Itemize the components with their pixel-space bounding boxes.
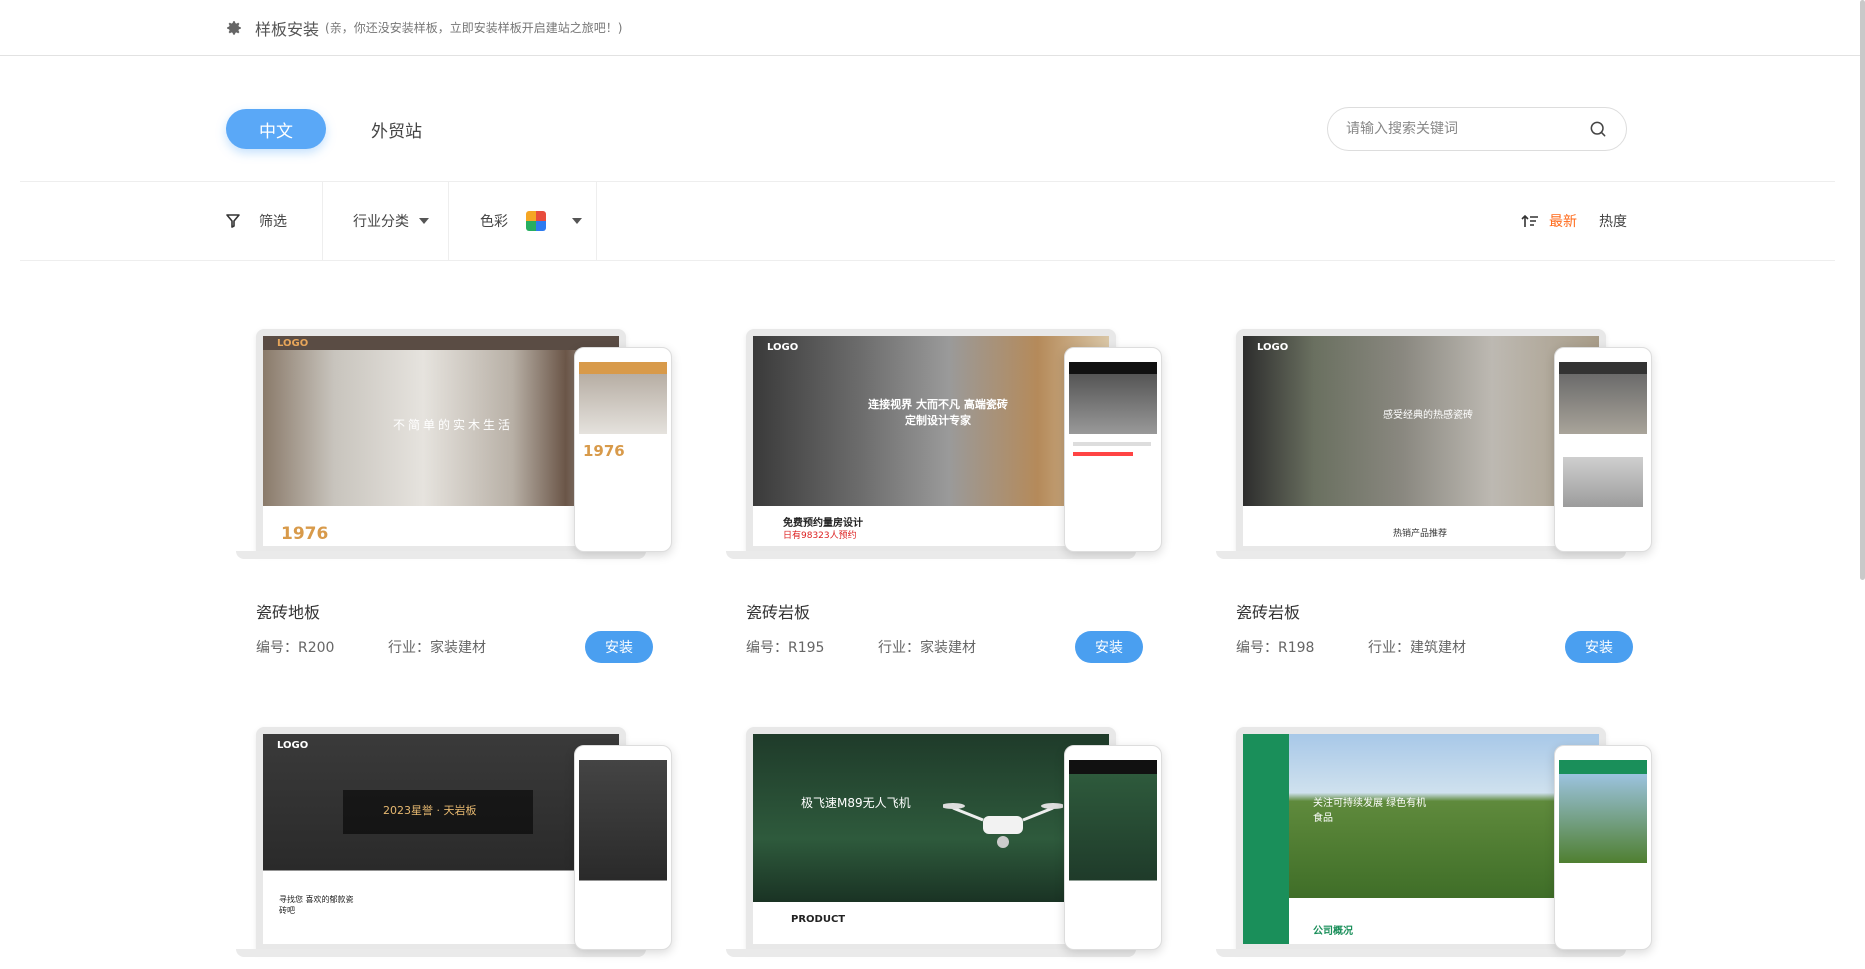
install-button[interactable]: 安装: [1565, 631, 1633, 663]
template-preview[interactable]: LOGO 感受经典的热感瓷砖 热销产品推荐: [1216, 329, 1652, 559]
filter-toggle[interactable]: 筛选: [225, 182, 287, 260]
industry-label: 行业分类: [353, 214, 409, 230]
template-preview[interactable]: LOGO 2023星誉 · 天岩板 寻找您 喜欢的郁款瓷砖吧: [236, 727, 672, 957]
tab-chinese[interactable]: 中文: [226, 109, 326, 149]
preview-hero-text: 感受经典的热感瓷砖: [1383, 410, 1473, 421]
template-card[interactable]: 关注可持续发展 绿色有机食品 公司概况: [1216, 727, 1666, 957]
template-preview[interactable]: LOGO 不简单的实木生活 1976 1976: [236, 329, 672, 559]
laptop-base: [236, 949, 646, 957]
template-industry: 行业：家装建材: [388, 640, 486, 656]
preview-hero-text: 关注可持续发展 绿色有机食品: [1313, 798, 1427, 824]
preview-stat: 寻找您 喜欢的郁款瓷砖吧: [279, 895, 354, 915]
preview-hero-text: 极飞速M89无人飞机: [801, 796, 911, 810]
laptop-base: [1216, 949, 1626, 957]
color-palette-icon: [526, 211, 546, 231]
phone-preview: [1554, 745, 1652, 950]
sort-controls: 最新 热度: [1521, 182, 1627, 260]
preview-stat: PRODUCT: [791, 914, 846, 925]
install-button[interactable]: 安装: [585, 631, 653, 663]
preview-hero-text: 不简单的实木生活: [393, 418, 514, 432]
preview-stat: 公司概况: [1313, 926, 1353, 937]
template-preview[interactable]: 极飞速M89无人飞机 PRODUCT: [726, 727, 1162, 957]
phone-preview: [1064, 745, 1162, 950]
template-preview[interactable]: 关注可持续发展 绿色有机食品 公司概况: [1216, 727, 1652, 957]
template-meta: 编号：R200 行业：家装建材 安装: [256, 631, 686, 663]
preview-stat: 1976: [281, 524, 329, 544]
preview-stat: 免费预约量房设计: [783, 518, 863, 529]
laptop-preview: 关注可持续发展 绿色有机食品 公司概况: [1236, 727, 1606, 952]
laptop-preview: LOGO 感受经典的热感瓷砖 热销产品推荐: [1236, 329, 1606, 554]
page-scrollbar[interactable]: [1860, 0, 1865, 580]
laptop-preview: LOGO 连接视界 大而不凡 高端瓷砖定制设计专家 免费预约量房设计 日有983…: [746, 329, 1116, 554]
site-type-tabs: 中文 外贸站: [226, 109, 422, 149]
template-preview[interactable]: LOGO 连接视界 大而不凡 高端瓷砖定制设计专家 免费预约量房设计 日有983…: [726, 329, 1162, 559]
divider: [322, 182, 323, 260]
template-industry: 行业：家装建材: [878, 640, 976, 656]
gear-icon: [227, 20, 241, 35]
sort-icon: [1521, 214, 1538, 227]
template-code: 编号：R198: [1236, 640, 1315, 656]
phone-preview: [1554, 347, 1652, 552]
template-card[interactable]: LOGO 不简单的实木生活 1976 1976 瓷砖地板 编号：R200 行业：…: [236, 329, 686, 663]
laptop-preview: 极飞速M89无人飞机 PRODUCT: [746, 727, 1116, 952]
preview-logo: LOGO: [1257, 342, 1289, 353]
search-icon[interactable]: [1588, 119, 1608, 139]
page-title: 样板安装: [255, 19, 320, 39]
laptop-base: [726, 949, 1136, 957]
laptop-base: [236, 551, 646, 559]
laptop-preview: LOGO 不简单的实木生活 1976: [256, 329, 626, 554]
template-meta: 编号：R195 行业：家装建材 安装: [746, 631, 1176, 663]
template-name: 瓷砖岩板: [746, 603, 811, 622]
template-card[interactable]: LOGO 连接视界 大而不凡 高端瓷砖定制设计专家 免费预约量房设计 日有983…: [726, 329, 1176, 663]
template-card[interactable]: LOGO 感受经典的热感瓷砖 热销产品推荐 瓷砖岩板 编号：R198 行业：建筑…: [1216, 329, 1666, 663]
preview-hero-text: 连接视界 大而不凡 高端瓷砖定制设计专家: [868, 398, 1008, 427]
color-dropdown[interactable]: 色彩: [480, 182, 582, 260]
template-industry: 行业：建筑建材: [1368, 640, 1466, 656]
phone-preview: 1976: [574, 347, 672, 552]
template-name: 瓷砖岩板: [1236, 603, 1301, 622]
divider: [596, 182, 597, 260]
top-bar: 样板安装 (亲，你还没安装样板，立即安装样板开启建站之旅吧！): [0, 0, 1860, 56]
chevron-down-icon: [419, 218, 429, 224]
color-label: 色彩: [480, 214, 508, 230]
template-card[interactable]: LOGO 2023星誉 · 天岩板 寻找您 喜欢的郁款瓷砖吧: [236, 727, 686, 957]
divider: [448, 182, 449, 260]
template-code: 编号：R200: [256, 640, 335, 656]
chevron-down-icon: [572, 218, 582, 224]
template-card[interactable]: 极飞速M89无人飞机 PRODUCT: [726, 727, 1176, 957]
laptop-base: [726, 551, 1136, 559]
phone-preview: [1064, 347, 1162, 552]
filter-icon: [226, 214, 240, 228]
page-hint: (亲，你还没安装样板，立即安装样板开启建站之旅吧！): [325, 21, 623, 35]
filter-bar: 筛选 行业分类 色彩 最新 热度: [20, 181, 1835, 261]
install-button[interactable]: 安装: [1075, 631, 1143, 663]
sort-newest[interactable]: 最新: [1549, 211, 1577, 231]
preview-logo: LOGO: [767, 342, 799, 353]
preview-hero-text: 2023星誉 · 天岩板: [383, 804, 477, 817]
template-code: 编号：R195: [746, 640, 825, 656]
preview-logo: LOGO: [277, 338, 309, 349]
search-box: [1327, 107, 1627, 151]
template-name: 瓷砖地板: [256, 603, 321, 622]
laptop-preview: LOGO 2023星誉 · 天岩板 寻找您 喜欢的郁款瓷砖吧: [256, 727, 626, 952]
laptop-base: [1216, 551, 1626, 559]
phone-preview: [574, 745, 672, 950]
preview-stat: 热销产品推荐: [1393, 529, 1448, 539]
sort-popular[interactable]: 热度: [1599, 211, 1627, 231]
search-input[interactable]: [1346, 121, 1588, 137]
preview-logo: LOGO: [277, 740, 309, 751]
drone-illustration: [943, 803, 1063, 848]
industry-dropdown[interactable]: 行业分类: [353, 182, 429, 260]
filter-label: 筛选: [259, 214, 287, 230]
template-meta: 编号：R198 行业：建筑建材 安装: [1236, 631, 1666, 663]
tab-foreign-trade[interactable]: 外贸站: [371, 117, 422, 142]
